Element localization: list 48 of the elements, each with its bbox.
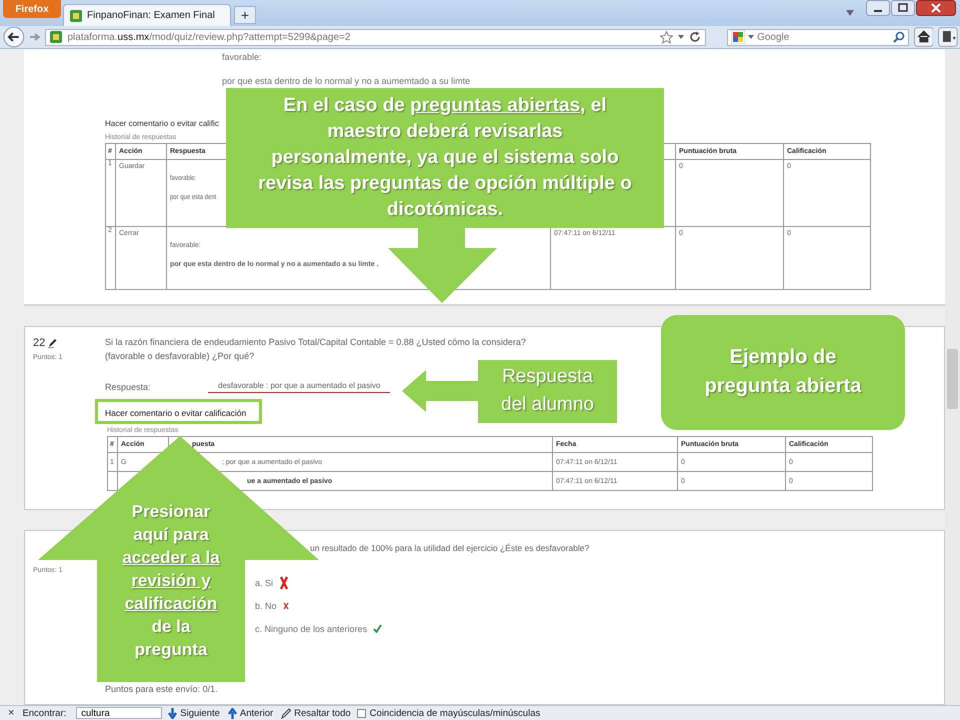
comment-link[interactable]: Hacer comentario o evitar calific — [105, 119, 219, 128]
minimize-icon[interactable] — [866, 0, 890, 16]
option-label: a. Si — [255, 578, 274, 588]
question-text: (favorable o desfavorable) ¿Por qué? — [105, 350, 254, 363]
new-tab-button[interactable]: + — [234, 6, 256, 24]
site-icon — [70, 10, 82, 22]
search-icon[interactable] — [892, 31, 905, 43]
star-icon[interactable] — [660, 30, 674, 44]
answer-field: desfavorable : por que a aumentado el pasivo — [208, 381, 390, 393]
dropdown-icon[interactable] — [678, 35, 684, 39]
close-icon[interactable] — [916, 0, 956, 16]
option-label: c. Ninguno de los anteriores — [255, 624, 368, 634]
answer-text: favorable: — [222, 52, 262, 62]
back-icon[interactable] — [2, 26, 26, 48]
question-text: un resultado de 100% para la utilidad del ejercicio ¿Éste es desfavorable? — [310, 542, 590, 555]
comment-link[interactable]: Hacer comentario o evitar calificación — [95, 399, 262, 424]
option-label: b. No — [255, 600, 277, 610]
dropdown-icon[interactable] — [846, 10, 854, 16]
site-icon — [50, 31, 62, 43]
find-label: Encontrar: — [22, 708, 66, 718]
arrow-up-icon — [228, 708, 237, 718]
score-text: Puntos para este envío: 0/1. — [105, 684, 218, 694]
pencil-icon[interactable] — [48, 338, 58, 348]
arrow-down-icon — [168, 708, 178, 718]
answer-text: por que esta dentro de lo normal y no a aumemtado a su limte — [222, 76, 470, 86]
question-text: Si la razón financiera de endeudamiento Pasivo Total/Capital Contable = 0.88 ¿Usted cómo la considera? — [105, 336, 526, 349]
callout: En el caso de preguntas abiertas, el maestro deberá revisarlas personalmente, ya que el sistema solo revisa las preguntas de opción múltiple o dicotómicas. — [226, 88, 664, 228]
address-field[interactable]: plataforma.uss.mx/mod/quiz/review.php?attempt=5299&page=2 — [45, 28, 706, 46]
checkbox-label: Coincidencia de mayúsculas/minúsculas — [370, 708, 540, 718]
search-engine-icon[interactable] — [731, 30, 746, 44]
callout: Respuesta del alumno — [478, 360, 617, 423]
next-button[interactable]: Siguiente — [166, 708, 222, 718]
highlight-button[interactable]: Resaltar todo — [279, 708, 353, 718]
callout-text: Presionar aquí para acceder a la revisión y calificación de la pregunta — [121, 501, 221, 661]
maximize-icon[interactable] — [891, 0, 915, 16]
reload-icon[interactable] — [689, 31, 702, 43]
previous-button[interactable]: Anterior — [226, 708, 276, 718]
dropdown-icon[interactable] — [748, 35, 754, 39]
home-icon[interactable] — [914, 27, 934, 47]
search-field[interactable]: Google — [727, 28, 909, 46]
checkbox[interactable] — [356, 708, 366, 718]
bookmark-icon[interactable] — [938, 27, 958, 47]
browser-tab[interactable]: FinpanoFinan: Examen Final — [63, 4, 231, 26]
answer-label: Respuesta: — [105, 382, 152, 392]
close-button[interactable]: × — [4, 707, 18, 719]
callout: Ejemplo de pregunta abierta — [661, 315, 905, 430]
question-number: 22 — [33, 337, 46, 349]
find-field[interactable]: cultura — [76, 707, 162, 719]
